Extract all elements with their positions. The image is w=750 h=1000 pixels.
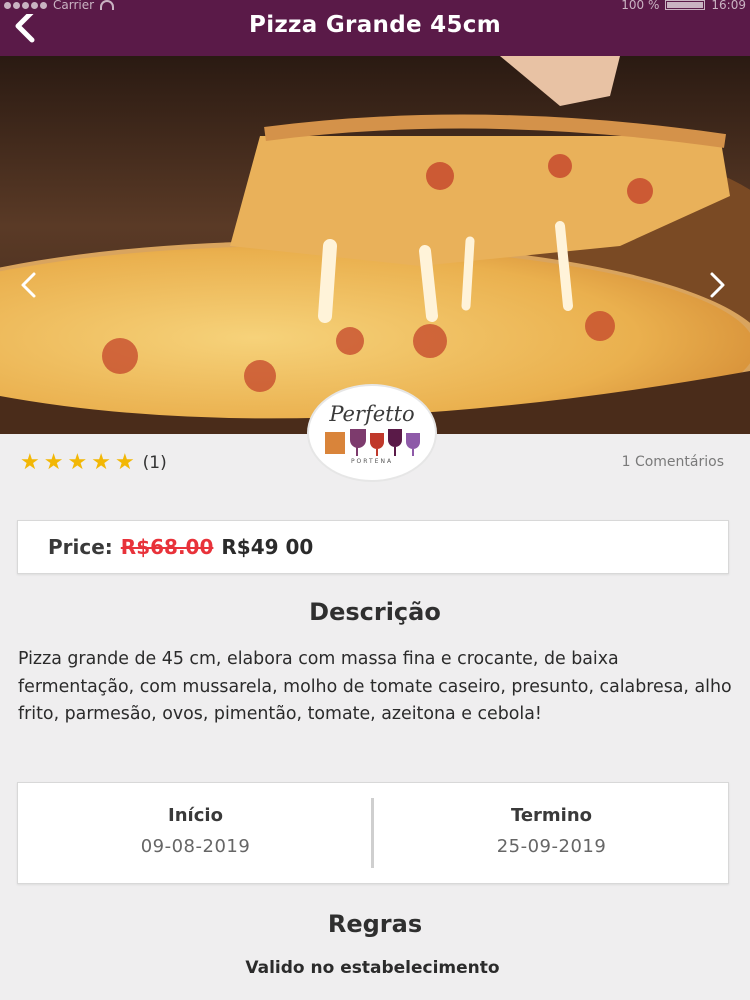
start-date: Início 09-08-2019 <box>18 805 373 857</box>
star-icon: ★ <box>43 450 64 475</box>
description-text: Pizza grande de 45 cm, elabora com massa… <box>18 649 732 724</box>
store-logo-subtitle: PORTENA <box>350 458 394 465</box>
end-date-value: 25-09-2019 <box>496 836 607 857</box>
rules-text: Valido no estabelecimento <box>245 958 500 978</box>
battery-icon <box>665 0 706 10</box>
rules-heading: Regras <box>327 910 423 938</box>
start-date-label: Início <box>168 805 223 826</box>
price-label: Price: <box>48 535 113 559</box>
new-price: R$49 00 <box>221 535 314 559</box>
store-logo[interactable]: Perfetto PORTENA <box>307 384 437 482</box>
price-card: Price: R$68.00 R$49 00 <box>17 520 729 574</box>
carousel-next-icon[interactable] <box>704 270 730 300</box>
end-date: Termino 25-09-2019 <box>374 805 729 857</box>
wifi-icon <box>100 0 115 10</box>
wine-glasses-icon <box>325 429 420 456</box>
battery-percent: 100 % <box>621 0 660 12</box>
rating[interactable]: ★ ★ ★ ★ ★ (1) <box>20 451 167 475</box>
comments-link[interactable]: 1 Comentários <box>622 454 724 470</box>
end-date-label: Termino <box>510 805 593 826</box>
star-icon: ★ <box>20 450 40 475</box>
product-image-carousel[interactable] <box>0 56 750 434</box>
carrier-label: Carrier <box>53 0 95 12</box>
rating-count: (1) <box>142 453 167 473</box>
pizza-photo <box>0 56 750 434</box>
signal-icon <box>4 1 47 9</box>
star-icon: ★ <box>114 450 135 475</box>
star-icon: ★ <box>91 450 111 475</box>
old-price: R$68.00 <box>120 535 214 559</box>
star-icon: ★ <box>67 450 88 475</box>
validity-dates-card: Início 09-08-2019 Termino 25-09-2019 <box>17 782 729 884</box>
clock: 16:09 <box>711 0 746 12</box>
page-title: Pizza Grande 45cm <box>249 12 501 38</box>
carousel-prev-icon[interactable] <box>16 270 42 300</box>
start-date-value: 09-08-2019 <box>140 836 251 857</box>
description-heading: Descrição <box>309 598 441 626</box>
store-logo-brand: Perfetto <box>329 402 415 426</box>
status-bar: Carrier 100 % 16:09 <box>0 0 750 14</box>
